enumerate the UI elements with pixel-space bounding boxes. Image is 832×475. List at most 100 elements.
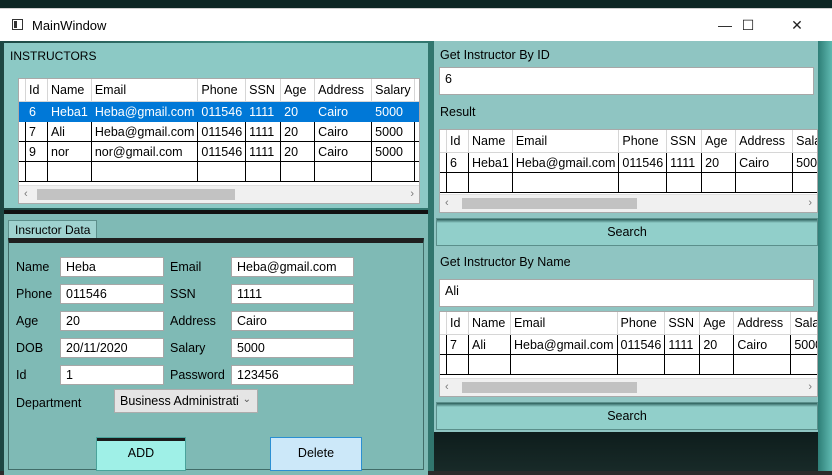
name-field[interactable]: Heba: [60, 257, 164, 277]
scroll-thumb[interactable]: [37, 189, 235, 200]
column-header[interactable]: Age: [701, 130, 737, 153]
table-cell[interactable]: [510, 354, 618, 375]
id-field[interactable]: 1: [60, 365, 164, 385]
table-cell[interactable]: [371, 161, 416, 182]
table-cell[interactable]: 1/: [414, 141, 419, 162]
age-field[interactable]: 20: [60, 311, 164, 331]
table-cell[interactable]: Heba@gmail.com: [91, 121, 199, 142]
column-header[interactable]: Address: [735, 130, 794, 153]
scroll-right-icon[interactable]: ›: [410, 188, 414, 200]
table-cell[interactable]: [414, 161, 419, 182]
table-cell[interactable]: Ali: [468, 334, 511, 355]
column-header[interactable]: D(: [414, 79, 419, 102]
new-row[interactable]: [440, 354, 817, 375]
search-by-name-button[interactable]: Search: [436, 402, 818, 430]
add-button[interactable]: ADD: [96, 437, 186, 471]
column-header[interactable]: Salary: [371, 79, 416, 102]
table-cell[interactable]: 1111: [245, 101, 282, 122]
table-cell[interactable]: Cairo: [735, 152, 794, 173]
new-row[interactable]: [440, 172, 817, 193]
table-cell[interactable]: 011546: [617, 334, 666, 355]
scroll-right-icon[interactable]: ›: [808, 381, 812, 393]
scroll-thumb[interactable]: [462, 198, 637, 209]
table-cell[interactable]: 7: [446, 334, 469, 355]
table-cell[interactable]: Heba1: [47, 101, 92, 122]
table-cell[interactable]: 1111: [245, 141, 282, 162]
table-cell[interactable]: [314, 161, 373, 182]
table-cell[interactable]: 7: [25, 121, 48, 142]
column-header[interactable]: Salary: [792, 130, 817, 153]
table-cell[interactable]: Ali: [47, 121, 92, 142]
tab-instructor-data[interactable]: Insructor Data: [8, 220, 98, 239]
table-cell[interactable]: Cairo: [733, 334, 792, 355]
table-cell[interactable]: [618, 172, 668, 193]
table-cell[interactable]: [468, 354, 511, 375]
scroll-left-icon[interactable]: ‹: [24, 188, 28, 200]
table-cell[interactable]: [699, 354, 735, 375]
table-cell[interactable]: [792, 172, 817, 193]
scroll-left-icon[interactable]: ‹: [445, 197, 449, 209]
table-cell[interactable]: 1/: [414, 101, 419, 122]
table-cell[interactable]: 1/: [414, 121, 419, 142]
table-cell[interactable]: [91, 161, 199, 182]
instructor-id-input[interactable]: 6: [439, 67, 814, 95]
column-header[interactable]: SSN: [666, 130, 703, 153]
column-header[interactable]: Address: [314, 79, 373, 102]
table-cell[interactable]: 9: [25, 141, 48, 162]
column-header[interactable]: Address: [733, 312, 792, 335]
table-cell[interactable]: [280, 161, 316, 182]
instructors-grid[interactable]: IdNameEmailPhoneSSNAgeAddressSalaryD(6He…: [18, 78, 420, 204]
column-header[interactable]: Name: [47, 79, 92, 102]
ssn-field[interactable]: 1111: [231, 284, 354, 304]
table-cell[interactable]: [617, 354, 666, 375]
table-cell[interactable]: [197, 161, 247, 182]
table-cell[interactable]: 5000: [790, 334, 817, 355]
column-header[interactable]: Id: [25, 79, 48, 102]
column-header[interactable]: Phone: [617, 312, 666, 335]
result-grid-by-id[interactable]: IdNameEmailPhoneSSNAgeAddressSalary6Heba…: [439, 129, 818, 213]
table-cell[interactable]: 1111: [666, 152, 703, 173]
maximize-button[interactable]: ☐: [725, 9, 771, 41]
table-cell[interactable]: Cairo: [314, 141, 373, 162]
table-cell[interactable]: 20: [699, 334, 735, 355]
scroll-left-icon[interactable]: ‹: [445, 381, 449, 393]
table-cell[interactable]: [245, 161, 282, 182]
table-cell[interactable]: [666, 172, 703, 193]
table-cell[interactable]: 1111: [245, 121, 282, 142]
table-cell[interactable]: 20: [280, 121, 316, 142]
table-cell[interactable]: [512, 172, 620, 193]
table-cell[interactable]: 5000: [371, 141, 416, 162]
delete-button[interactable]: Delete: [270, 437, 362, 471]
table-cell[interactable]: nor: [47, 141, 92, 162]
close-button[interactable]: ✕: [774, 9, 820, 41]
table-cell[interactable]: 20: [280, 141, 316, 162]
column-header[interactable]: Age: [699, 312, 735, 335]
column-header[interactable]: Id: [446, 312, 469, 335]
address-field[interactable]: Cairo: [231, 311, 354, 331]
table-cell[interactable]: 011546: [197, 101, 247, 122]
new-row[interactable]: [19, 161, 419, 182]
column-header[interactable]: SSN: [664, 312, 701, 335]
password-field[interactable]: 123456: [231, 365, 354, 385]
instructors-grid-hscrollbar[interactable]: ‹ ›: [19, 185, 419, 203]
column-header[interactable]: Phone: [197, 79, 247, 102]
column-header[interactable]: Phone: [618, 130, 668, 153]
table-cell[interactable]: 6: [446, 152, 469, 173]
scroll-thumb[interactable]: [462, 382, 637, 393]
table-cell[interactable]: [790, 354, 817, 375]
table-cell[interactable]: 5000: [792, 152, 817, 173]
table-cell[interactable]: nor@gmail.com: [91, 141, 199, 162]
table-row[interactable]: 7AliHeba@gmail.com011546111120Cairo5000: [440, 334, 817, 355]
column-header[interactable]: Email: [91, 79, 199, 102]
table-cell[interactable]: 20: [280, 101, 316, 122]
column-header[interactable]: Name: [468, 130, 513, 153]
table-cell[interactable]: 011546: [197, 121, 247, 142]
table-cell[interactable]: 6: [25, 101, 48, 122]
table-cell[interactable]: [25, 161, 48, 182]
column-header[interactable]: Name: [468, 312, 511, 335]
table-cell[interactable]: Cairo: [314, 121, 373, 142]
search-by-id-button[interactable]: Search: [436, 218, 818, 246]
salary-field[interactable]: 5000: [231, 338, 354, 358]
table-cell[interactable]: 20: [701, 152, 737, 173]
table-cell[interactable]: [468, 172, 513, 193]
